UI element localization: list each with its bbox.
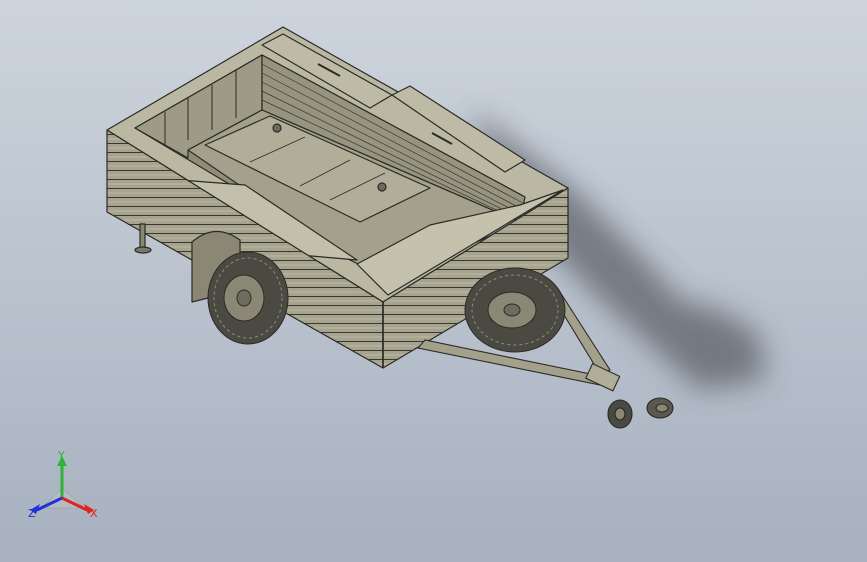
trailer-model-view[interactable] bbox=[0, 0, 867, 562]
spare-wheel[interactable] bbox=[464, 267, 566, 353]
triad-z-label: Z bbox=[28, 507, 36, 520]
cad-viewport[interactable]: Y X Z bbox=[0, 0, 867, 562]
floor-latch bbox=[272, 123, 282, 133]
floor-latch bbox=[377, 182, 387, 192]
support-leg-foot bbox=[134, 246, 152, 254]
triad-y-label: Y bbox=[57, 449, 65, 462]
axis-triad: Y X Z bbox=[28, 449, 98, 520]
support-leg bbox=[139, 223, 146, 249]
main-wheel[interactable] bbox=[207, 251, 289, 345]
triad-x-label: X bbox=[90, 507, 98, 520]
